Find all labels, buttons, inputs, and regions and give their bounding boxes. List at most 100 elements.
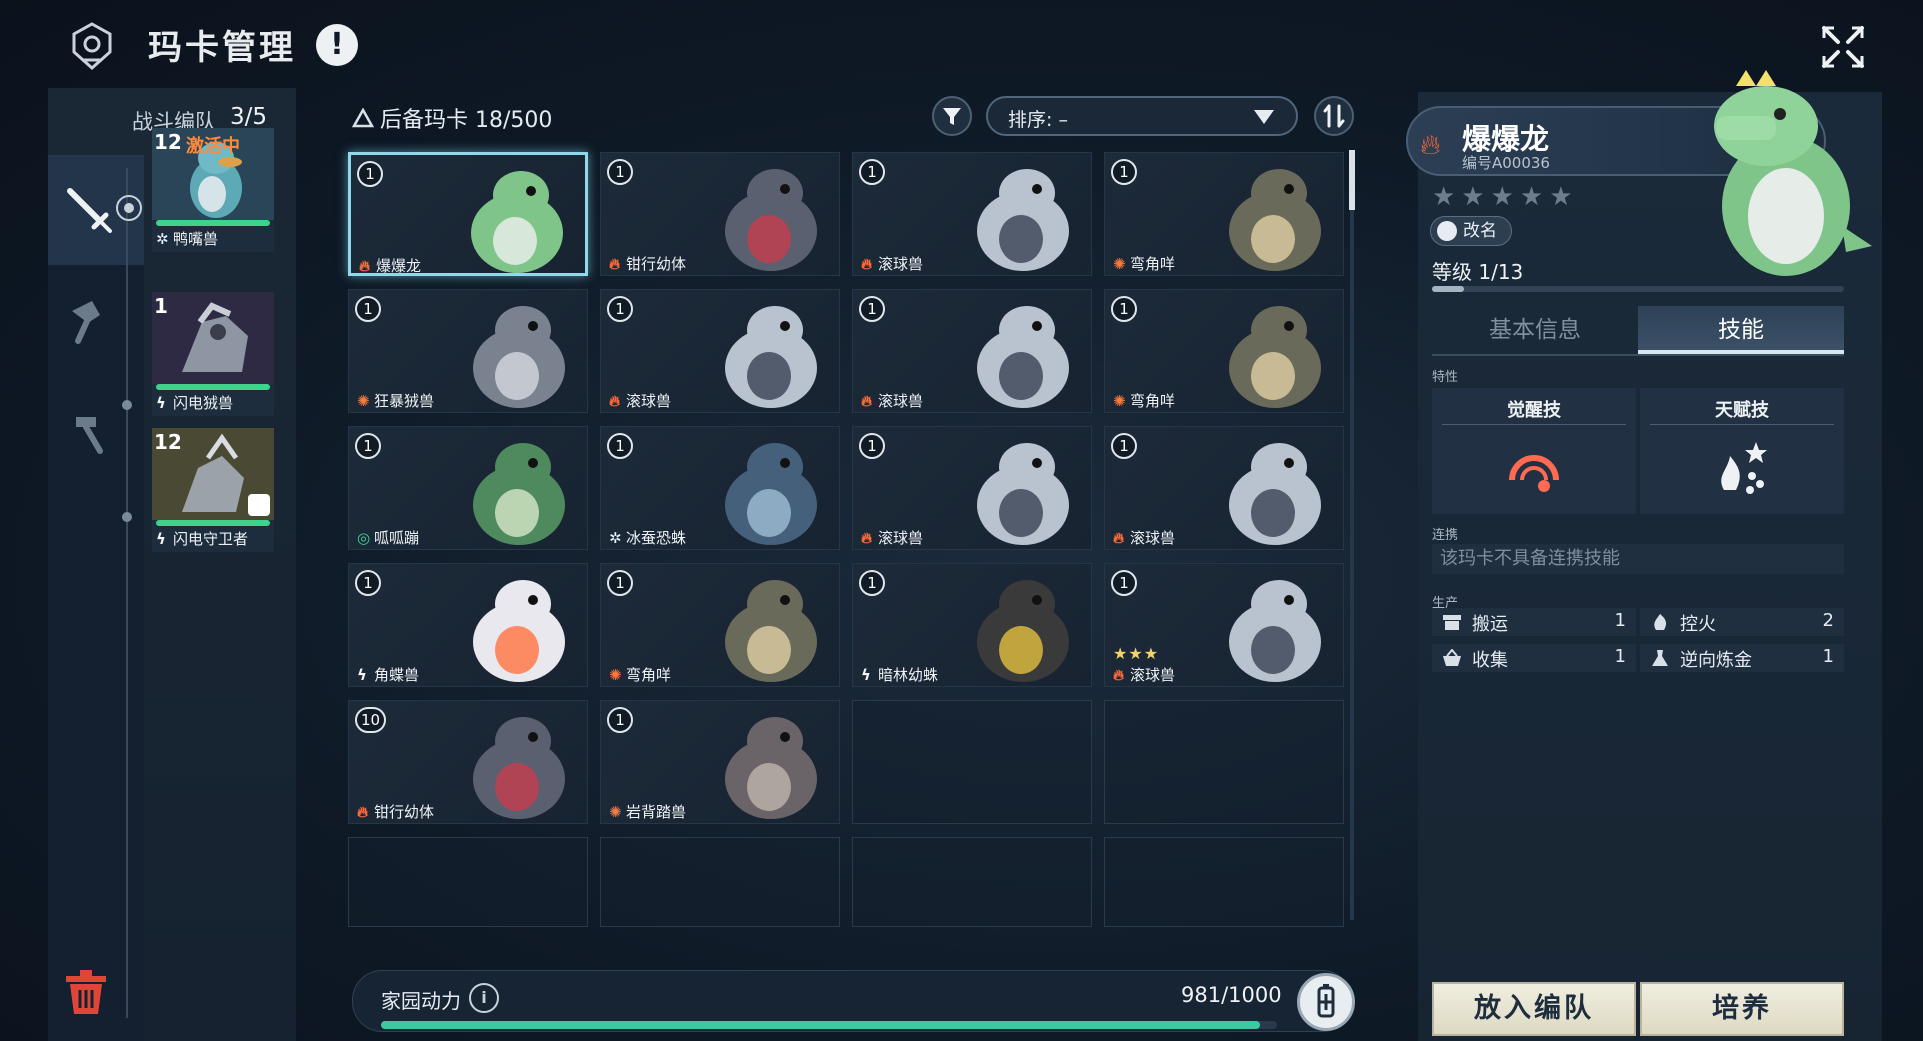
filter-button[interactable] [932, 96, 972, 136]
card-name: ✺ 弯角咩 [609, 666, 672, 684]
energy-value: 981/1000 [1181, 983, 1282, 1007]
team-card[interactable]: 12 激活中 ✲ 鸭嘴兽 [152, 128, 274, 252]
card-level: 1 [1111, 296, 1137, 322]
production-item: 搬运 1 [1432, 608, 1636, 636]
maka-card[interactable]: 1 ✺ 岩背踏兽 [600, 700, 840, 824]
card-name: ✲ 冰蚕恐蛛 [609, 529, 687, 547]
maka-card[interactable]: 1 🔥︎ 滚球兽 [852, 289, 1092, 413]
tab-skills[interactable]: 技能 [1638, 306, 1844, 354]
production-item: 控火 2 [1640, 608, 1844, 636]
team-card[interactable]: 12 ϟ 闪电守卫者 [152, 428, 274, 552]
lightning-monkey-art [152, 292, 274, 384]
maka-card[interactable]: 1 ◎ 呱呱蹦 [348, 426, 588, 550]
flame-icon [1654, 614, 1667, 630]
maka-card[interactable]: 1 🔥︎ 滚球兽 [600, 289, 840, 413]
link-skill-text: 该玛卡不具备连携技能 [1432, 544, 1844, 574]
trash-icon[interactable] [64, 968, 108, 1016]
card-stars: ★★★ [1113, 644, 1160, 663]
deploy-to-team-button[interactable]: 放入编队 [1432, 982, 1636, 1036]
tab-basic-info[interactable]: 基本信息 [1432, 306, 1638, 354]
creature-art [1229, 580, 1321, 682]
sort-order-button[interactable] [1314, 96, 1354, 136]
filter-icon [943, 108, 961, 125]
fire-element-icon: 🔥︎ [359, 257, 371, 275]
sort-dropdown[interactable]: 排序: – [986, 96, 1298, 136]
battery-icon [1317, 984, 1335, 1018]
maka-card[interactable]: 1 ✺ 弯角咩 [600, 563, 840, 687]
card-name: 🔥︎ 滚球兽 [861, 392, 924, 410]
awaken-skill-box[interactable]: 觉醒技 [1432, 388, 1636, 514]
level-bar-track [1432, 286, 1844, 292]
maka-card[interactable]: 1 ✺ 狂暴狨兽 [348, 289, 588, 413]
creature-art [1229, 169, 1321, 271]
fire-element-icon: 🔥︎ [1113, 666, 1125, 684]
card-level: 1 [859, 433, 885, 459]
team-card[interactable]: 1 ϟ 闪电狨兽 [152, 292, 274, 416]
card-name: 🔥︎ 滚球兽 [861, 255, 924, 273]
card-name: ✺ 狂暴狨兽 [357, 392, 435, 410]
empty-card-slot [852, 700, 1092, 824]
maka-card[interactable]: 1 ✺ 弯角咩 [1104, 289, 1344, 413]
fire-element-icon: 🔥︎ [861, 255, 873, 273]
fire-element-icon: 🔥︎ [609, 255, 621, 273]
maka-card[interactable]: 1 ✺ 弯角咩 [1104, 152, 1344, 276]
card-name: ϟ 角蝶兽 [357, 666, 420, 684]
fire-element-icon: 🔥︎ [861, 529, 873, 547]
talent-skill-box[interactable]: 天赋技 [1640, 388, 1844, 514]
earth-element-icon: ✺ [1113, 255, 1126, 273]
axe-icon [72, 301, 100, 344]
creature-art [977, 306, 1069, 408]
divider [1650, 424, 1834, 425]
side-tabs [48, 155, 144, 1041]
detail-tabs: 基本信息 技能 [1432, 306, 1844, 356]
fire-element-icon: 🔥︎ [1420, 128, 1441, 161]
card-name: ✺ 弯角咩 [1113, 392, 1176, 410]
energy-refill-button[interactable] [1297, 973, 1355, 1031]
maka-card[interactable]: 1 ✲ 冰蚕恐蛛 [600, 426, 840, 550]
card-level: 1 [607, 159, 633, 185]
earth-element-icon: ✺ [609, 803, 622, 821]
maka-card[interactable]: 10 🔥︎ 钳行幼体 [348, 700, 588, 824]
maka-card[interactable]: 1 🔥︎ 滚球兽 [852, 152, 1092, 276]
maka-card[interactable]: 1 🔥︎ 钳行幼体 [600, 152, 840, 276]
ice-element-icon: ✲ [609, 529, 622, 547]
basket-icon [1443, 649, 1461, 666]
card-name: 🔥︎ 钳行幼体 [609, 255, 687, 273]
creature-art [977, 580, 1069, 682]
creature-art [977, 443, 1069, 545]
emblem-icon [72, 22, 112, 70]
earth-element-icon: ✺ [609, 666, 622, 684]
team-count: 3/5 [230, 104, 268, 130]
home-energy-panel: 家园动力 i 981/1000 [352, 970, 1355, 1032]
box-icon [1443, 615, 1461, 630]
maka-card[interactable]: 1 🔥︎ 滚球兽 [1104, 426, 1344, 550]
card-name: ✺ 弯角咩 [1113, 255, 1176, 273]
earth-element-icon: ✺ [357, 392, 370, 410]
rename-button[interactable]: 改名 [1430, 216, 1512, 246]
active-slot-indicator [116, 195, 142, 221]
train-button[interactable]: 培养 [1640, 982, 1844, 1036]
tab-craft[interactable] [48, 379, 144, 489]
maka-card[interactable]: 1 ϟ 暗林幼蛛 [852, 563, 1092, 687]
card-grid-scrollbar[interactable] [1350, 150, 1354, 920]
team-card-level: 12 [154, 430, 182, 454]
hp-bar [156, 520, 270, 526]
active-tag: 激活中 [186, 136, 240, 157]
creature-art [473, 717, 565, 819]
maka-card[interactable]: 1 ϟ 角蝶兽 [348, 563, 588, 687]
maka-card[interactable]: 1 🔥︎ 滚球兽 [852, 426, 1092, 550]
scrollbar-thumb[interactable] [1349, 150, 1355, 210]
card-level: 1 [607, 296, 633, 322]
card-name: ◎ 呱呱蹦 [357, 529, 420, 547]
card-level: 1 [1111, 159, 1137, 185]
tab-tools[interactable] [48, 267, 144, 377]
info-icon[interactable]: i [469, 983, 499, 1013]
card-level: 1 [355, 433, 381, 459]
maka-card[interactable]: 1 ★★★ 🔥︎ 滚球兽 [1104, 563, 1344, 687]
creature-art [725, 169, 817, 271]
maka-card[interactable]: 1 🔥︎ 爆爆龙 [348, 152, 588, 276]
hp-bar [156, 220, 270, 226]
empty-card-slot [600, 837, 840, 927]
card-level: 10 [355, 707, 387, 733]
alert-icon[interactable]: ! [316, 24, 358, 66]
